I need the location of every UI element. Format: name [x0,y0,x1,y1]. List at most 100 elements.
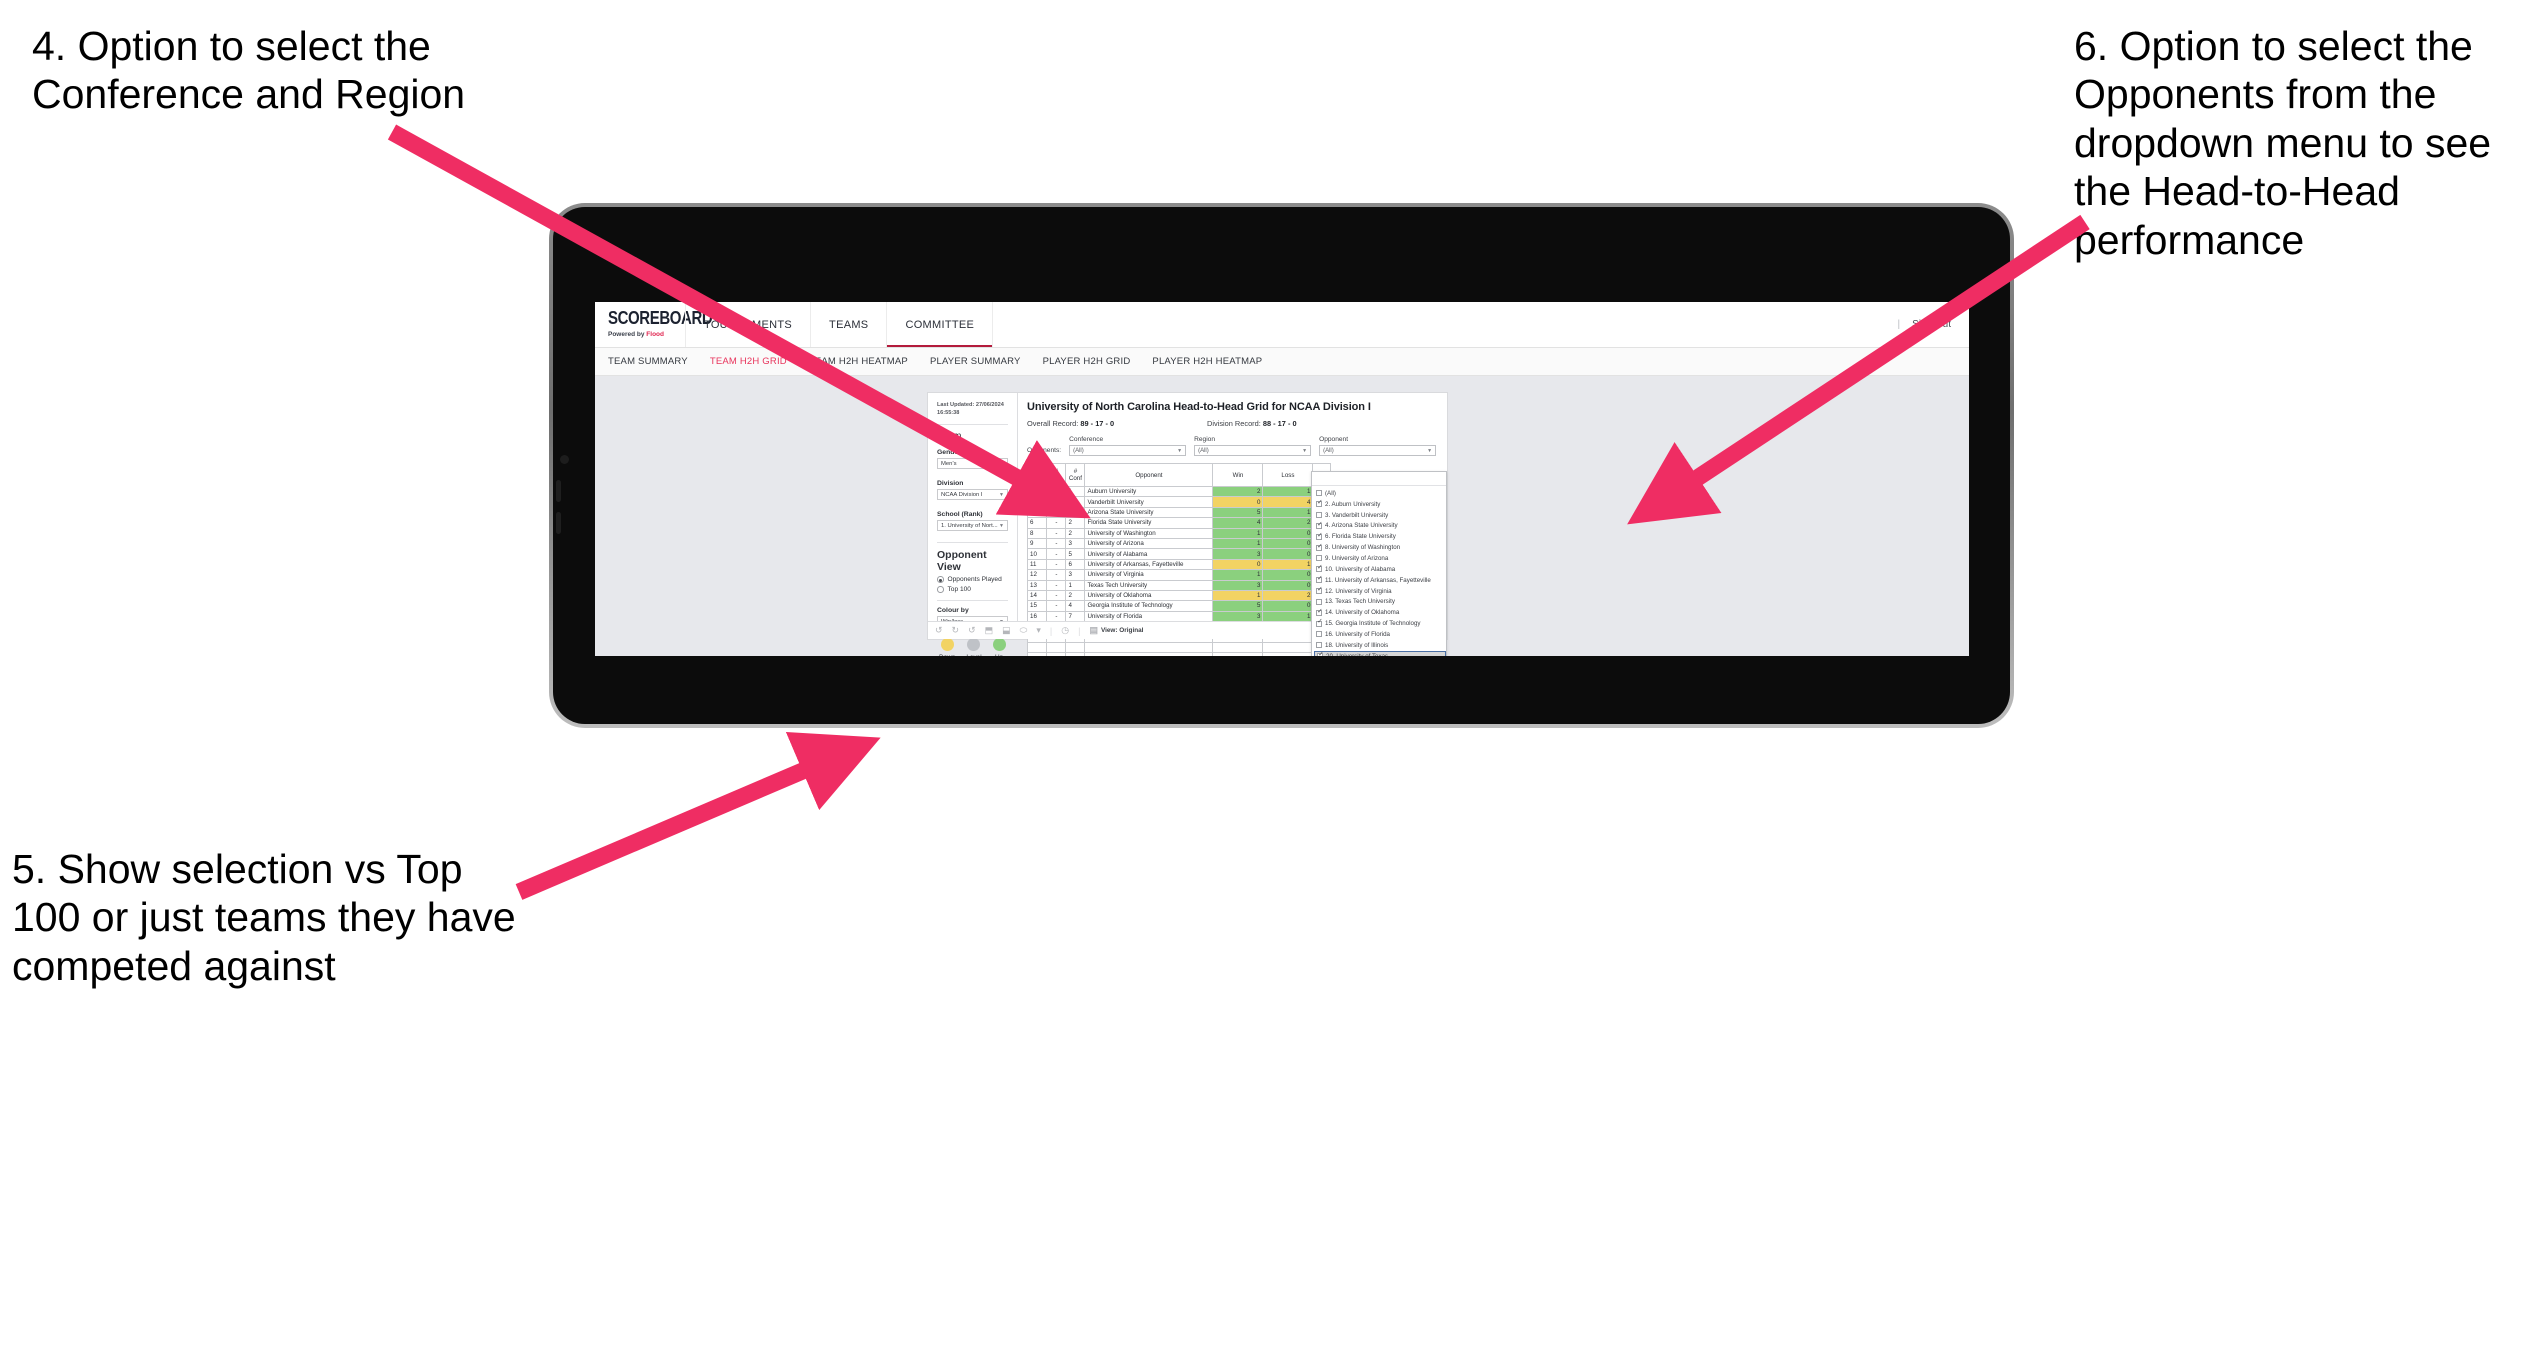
checkbox-checked-icon[interactable] [1316,587,1323,595]
table-row[interactable]: 13-1 Texas Tech University 3 0 [1026,579,1332,591]
checkbox-icon[interactable] [1316,631,1322,638]
history-icon[interactable]: ◷ [1061,626,1069,635]
dropdown-item-label: 9. University of Arizona [1325,554,1389,562]
opponent-dropdown-menu[interactable]: (All) 2. Auburn University 3. Vanderbilt U… [1311,471,1447,656]
tab-player-h2h-grid[interactable]: PLAYER H2H GRID [1043,356,1131,367]
checkbox-checked-icon[interactable] [1316,500,1323,508]
redo-icon[interactable]: ↻ [952,626,960,635]
table-row[interactable]: 12-3 University of Virginia 1 0 [1026,569,1332,581]
checkbox-checked-icon[interactable] [1316,619,1323,627]
dropdown-item[interactable]: 20. University of Texas [1314,650,1446,656]
checkbox-checked-icon[interactable] [1316,544,1323,551]
table-row[interactable]: 14-2 University of Oklahoma 1 2 [1026,589,1332,602]
table-row[interactable]: 9-3 University of Arizona 1 0 [1026,537,1332,550]
nav-item-committee[interactable]: COMMITTEE [887,302,994,347]
nav-item-teams[interactable]: TEAMS [811,302,888,347]
table-row[interactable]: 15-4 Georgia Institute of Technology 5 0 [1026,600,1332,612]
division-select[interactable]: NCAA Division I ▼ [937,489,1008,501]
cell-conf: 3 [1065,537,1086,550]
cell-empty [1084,641,1214,654]
chevron-down-icon: ▼ [1177,447,1183,454]
gender-value: Men's [941,460,957,467]
cell-loss: 0 [1262,600,1314,612]
tab-team-summary[interactable]: TEAM SUMMARY [608,356,688,367]
cell-loss: 0 [1262,537,1314,550]
checkbox-icon[interactable] [1316,490,1322,497]
table-row[interactable]: 11-6 University of Arkansas, Fayetteville… [1026,558,1332,571]
chevron-down-icon[interactable]: ▾ [1036,626,1041,635]
checkbox-checked-icon[interactable] [1316,609,1323,616]
cell-conf: 6 [1065,558,1086,571]
dropdown-item-list[interactable]: (All) 2. Auburn University 3. Vanderbilt U… [1312,486,1446,656]
dropdown-search-input[interactable] [1312,472,1446,486]
tab-team-h2h-grid[interactable]: TEAM H2H GRID [710,356,787,367]
table-row[interactable]: 8-2 University of Washington 1 0 [1026,527,1332,539]
tab-player-h2h-heatmap[interactable]: PLAYER H2H HEATMAP [1152,356,1262,367]
table-row[interactable]: 10-5 University of Alabama 3 0 [1026,548,1332,560]
pause-updates-icon[interactable]: ⬓ [1002,626,1011,635]
cell-opponent: Arizona State University [1084,506,1214,519]
conference-select[interactable]: (All) ▼ [1069,445,1187,456]
dropdown-item[interactable]: 2. Auburn University [1314,499,1446,510]
cell-rank: 13 [1026,579,1048,591]
dropdown-item[interactable]: 6. Florida State University [1314,531,1446,542]
checkbox-icon[interactable] [1316,512,1322,519]
dropdown-item[interactable]: 11. University of Arkansas, Fayetteville [1314,575,1446,586]
radio-top-100[interactable]: Top 100 [937,586,1008,593]
view-original-button[interactable]: ▤ View: Original [1089,626,1143,635]
tab-team-h2h-heatmap[interactable]: TEAM H2H HEATMAP [809,356,908,367]
table-row[interactable]: 2-1 Auburn University 2 1 [1026,485,1332,498]
dropdown-item[interactable]: 9. University of Arizona [1314,553,1446,564]
checkbox-icon[interactable] [1316,598,1322,605]
cell-conf: 2 [1065,496,1086,508]
division-value: NCAA Division I [941,491,983,498]
cell-opponent: Georgia Institute of Technology [1084,600,1214,612]
checkbox-checked-icon[interactable] [1316,533,1323,540]
share-icon[interactable]: ⬭ [1020,626,1028,635]
dropdown-item[interactable]: 12. University of Virginia [1314,586,1446,597]
table-row[interactable]: 6-2 Florida State University 4 2 [1026,517,1332,529]
checkbox-checked-icon[interactable] [1316,522,1323,529]
table-row[interactable]: 3-2 Vanderbilt University 0 4 [1026,496,1332,508]
table-row-empty [1026,641,1332,654]
dropdown-item[interactable]: (All) [1314,488,1446,499]
dropdown-item[interactable]: 18. University of Illinois [1314,640,1446,651]
refresh-data-icon[interactable]: ⬒ [985,626,994,635]
division-record-value: 88 - 17 - 0 [1262,419,1297,428]
table-row[interactable]: 4-1 Arizona State University 5 1 [1026,506,1332,519]
checkbox-checked-icon[interactable] [1317,652,1324,656]
dropdown-item[interactable]: 10. University of Alabama [1314,564,1446,575]
radio-opponents-played[interactable]: Opponents Played [937,576,1008,583]
undo-icon[interactable]: ↺ [935,626,943,635]
checkbox-icon[interactable] [1316,555,1322,562]
tab-player-summary[interactable]: PLAYER SUMMARY [930,356,1021,367]
volume-down-button[interactable] [556,512,561,534]
brand-logo[interactable]: SCOREBOARD Powered by Flood [595,302,713,347]
dropdown-item[interactable]: 13. Texas Tech University [1314,596,1446,607]
dropdown-item-label: 20. University of Texas [1326,653,1388,656]
dropdown-item[interactable]: 8. University of Washington [1314,542,1446,553]
dropdown-item[interactable]: 4. Arizona State University [1314,521,1446,532]
region-label: Region [1194,436,1215,443]
sign-out-link[interactable]: Sign Out [1912,319,1951,330]
nav-item-tournaments[interactable]: TOURNAMENTS [685,302,812,347]
checkbox-checked-icon[interactable] [1316,565,1323,573]
school-select[interactable]: 1. University of Nort... ▼ [937,520,1008,532]
cell-empty [1065,641,1086,654]
cell-reg: - [1046,517,1067,529]
checkbox-icon[interactable] [1316,642,1322,649]
dropdown-item[interactable]: 14. University of Oklahoma [1314,607,1446,618]
dropdown-item[interactable]: 15. Georgia Institute of Technology [1314,618,1446,629]
region-select[interactable]: (All) ▼ [1194,445,1312,456]
checkbox-checked-icon[interactable] [1316,576,1323,584]
volume-up-button[interactable] [556,480,561,502]
dropdown-item[interactable]: 16. University of Florida [1314,629,1446,640]
chevron-down-icon: ▼ [999,460,1004,467]
revert-icon[interactable]: ↺ [968,626,976,635]
cell-conf: 3 [1065,569,1086,581]
dropdown-item-label: 16. University of Florida [1325,630,1390,638]
opponent-select[interactable]: (All) ▼ [1319,445,1437,456]
cell-opponent: University of Virginia [1084,569,1214,581]
dropdown-item[interactable]: 3. Vanderbilt University [1314,510,1446,521]
gender-select[interactable]: Men's ▼ [937,458,1008,470]
